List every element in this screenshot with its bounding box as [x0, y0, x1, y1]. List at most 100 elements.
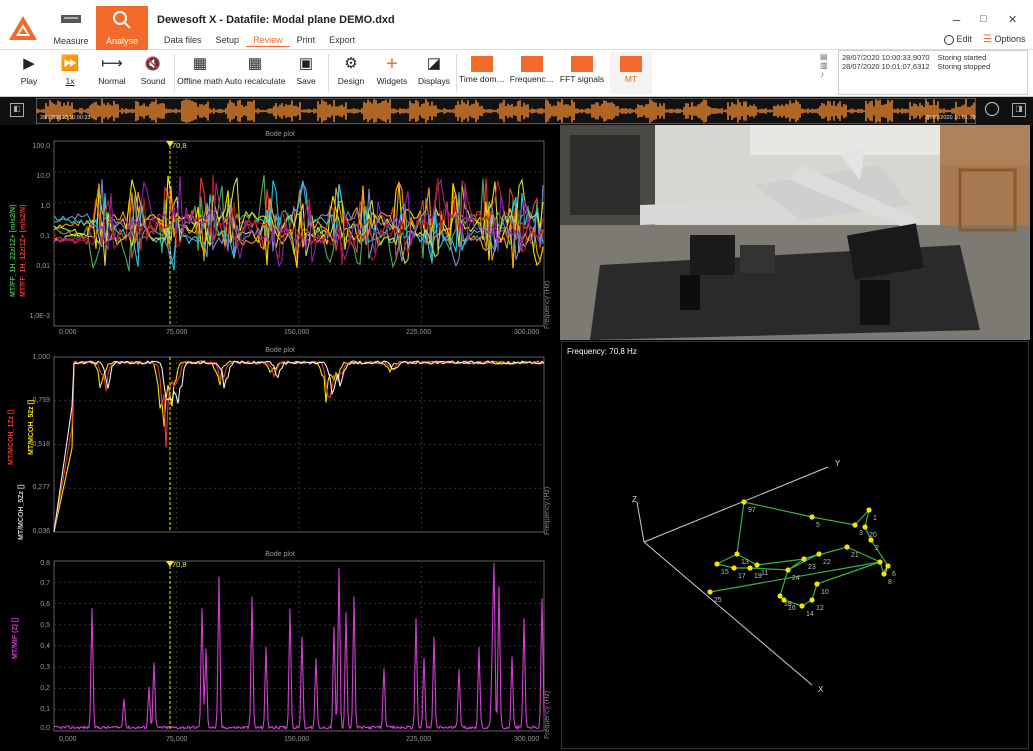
play-icon: ▶	[23, 55, 35, 72]
overview-right-toggle[interactable]: ◨	[1012, 103, 1026, 117]
auto-recalculate-button[interactable]: ▦ Auto recalculate	[224, 52, 286, 94]
y-tick: 0,036	[32, 528, 50, 535]
bode-plot-3-graph[interactable]	[4, 549, 556, 747]
lab-photo	[560, 125, 1030, 340]
geometry-node	[731, 565, 737, 571]
y-axis-line	[643, 466, 829, 543]
node-label: 5	[816, 522, 820, 529]
node-label: 21	[851, 552, 859, 559]
displays-button[interactable]: ◪ Displays	[414, 52, 454, 94]
mt-icon	[620, 56, 642, 72]
microphone-icon[interactable]: ♪	[820, 70, 834, 79]
geometry-node	[714, 561, 720, 567]
geometry-node	[777, 593, 783, 599]
x-tick: 0,000	[59, 329, 77, 336]
overview-start-time: 28/07/2020 10:00:33	[40, 115, 91, 121]
play-button[interactable]: ▶ Play	[8, 52, 50, 94]
displays-label: Displays	[417, 76, 451, 86]
calculator-icon: ▦	[192, 55, 208, 72]
edit-button[interactable]: Edit	[944, 34, 972, 45]
time-domain-button[interactable]: Time dom…	[458, 52, 506, 94]
bode-plot-1-graph[interactable]	[4, 129, 556, 341]
geometry-node	[877, 559, 883, 565]
tab-data-files[interactable]: Data files	[157, 34, 209, 47]
cursor-value: 70,8	[172, 141, 187, 150]
bode-plot-2[interactable]: Bode plot 1,000 0,759 0,518 0,277 0,036 …	[4, 345, 556, 545]
tab-print[interactable]: Print	[290, 34, 323, 47]
frequency-axis-label: Frequency (Hz)	[544, 690, 551, 739]
close-button[interactable]: ✕	[1008, 13, 1017, 26]
tab-export[interactable]: Export	[322, 34, 362, 47]
top-bar: Measure Analyse Dewesoft X - Datafile: M…	[0, 0, 1033, 50]
node-label: 2	[875, 545, 879, 552]
x-tick: 225,000	[406, 736, 432, 743]
y-tick: 0,5	[40, 622, 50, 629]
overview-left-toggle[interactable]: ◧	[10, 103, 24, 117]
y-axis-label-a: MT/MCOH_1Zz []	[8, 409, 15, 465]
minimize-button[interactable]: –	[953, 12, 960, 27]
x-tick: 300,000	[514, 329, 540, 336]
y-tick: 0,277	[32, 484, 50, 491]
step-icon: ⟼	[101, 55, 123, 72]
offline-math-button[interactable]: ▦ Offline math	[176, 52, 224, 94]
overview-end-time: 28/07/2020 10:01:10	[925, 115, 976, 121]
log-entry: 28/07/2020 10:00:33,9070 Storing started	[842, 53, 1024, 62]
tab-setup[interactable]: Setup	[209, 34, 247, 47]
window-title: Dewesoft X - Datafile: Modal plane DEMO.…	[157, 14, 395, 26]
widgets-button[interactable]: + Widgets	[372, 52, 412, 94]
toolbar-divider	[174, 54, 175, 92]
mode-shape-3d-view[interactable]: Frequency: 70,8 Hz X Y Z 97 5 3 1 20 2 21 13 11 23 22…	[561, 341, 1029, 749]
measure-label: Measure	[53, 36, 89, 46]
node-label: 8	[888, 579, 892, 586]
measure-button[interactable]: Measure	[46, 6, 96, 50]
overview-waveform[interactable]	[36, 98, 976, 124]
log-filter-icon[interactable]: ▥	[820, 61, 834, 70]
auto-recalculate-label: Auto recalculate	[224, 76, 286, 86]
fft-signals-icon	[571, 56, 593, 72]
save-button[interactable]: ▣ Save	[288, 52, 324, 94]
fast-forward-icon: ⏩	[60, 55, 80, 72]
geometry-node	[809, 514, 815, 520]
geometry-node	[707, 589, 713, 595]
node-label: 6	[892, 571, 896, 578]
node-label: 22	[823, 559, 831, 566]
frequency-axis-label: Frequency (Hz)	[544, 280, 551, 329]
toolbar-divider	[328, 54, 329, 92]
geometry-node	[747, 565, 753, 571]
y-tick: 0,3	[40, 664, 50, 671]
tab-review[interactable]: Review	[246, 34, 290, 47]
options-button[interactable]: ☰ Options	[983, 34, 1026, 45]
bode-plot-1[interactable]: Bode plot 70,8 100,0 10,0 1,0 0,1 0,01 1…	[4, 129, 556, 341]
node-label: 25	[714, 597, 722, 604]
bode-plot-3[interactable]: Bode plot 70,8 0,8 0,7 0,6 0,5 0,4 0,3 0…	[4, 549, 556, 747]
design-button[interactable]: ⚙ Design	[332, 52, 370, 94]
x-tick: 0,000	[59, 736, 77, 743]
y-tick: 0,6	[40, 601, 50, 608]
overview-strip[interactable]: ◧ 28/07/2020 10:00:33 28/07/2020 10:01:1…	[0, 97, 1033, 125]
mt-button[interactable]: MT	[610, 52, 652, 94]
display-area: Bode plot 70,8 100,0 10,0 1,0 0,1 0,01 1…	[0, 125, 1033, 751]
geometry-node	[785, 567, 791, 573]
geometry-node	[809, 597, 815, 603]
geometry-model[interactable]: XYZ9753120221131123221517 19 2446810181216…	[562, 342, 1028, 748]
frequency-button[interactable]: Frequenc…	[508, 52, 556, 94]
bode-plot-2-graph[interactable]	[4, 345, 556, 545]
node-label: 10	[821, 589, 829, 596]
compass-icon	[944, 34, 954, 45]
sound-button[interactable]: 🔇 Sound	[134, 52, 172, 94]
frequency-axis-label: Frequency (Hz)	[544, 486, 551, 535]
maximize-button[interactable]: □	[980, 13, 987, 25]
options-label: Options	[994, 34, 1026, 44]
edit-label: Edit	[956, 34, 973, 44]
gear-icon: ⚙	[344, 55, 358, 72]
clock-icon[interactable]	[985, 102, 999, 116]
analyse-button[interactable]: Analyse	[96, 6, 148, 50]
speed-button[interactable]: ⏩ 1x	[50, 52, 90, 94]
fft-signals-button[interactable]: FFT signals	[558, 52, 606, 94]
geometry-node	[844, 544, 850, 550]
normal-button[interactable]: ⟼ Normal	[90, 52, 134, 94]
offline-math-label: Offline math	[177, 76, 223, 86]
camera-video-view[interactable]	[560, 125, 1030, 340]
log-list-icon[interactable]: ▤	[820, 52, 834, 61]
main-tabs: Data files Setup Review Print Export	[157, 34, 362, 47]
